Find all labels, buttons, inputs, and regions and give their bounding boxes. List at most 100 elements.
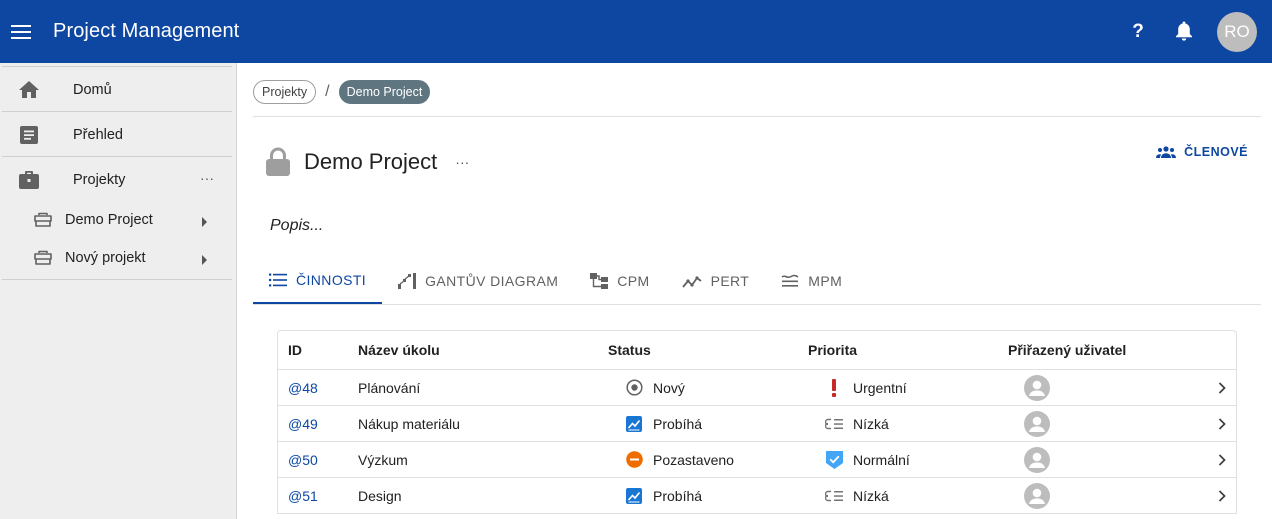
in-progress-icon — [624, 415, 644, 432]
table-row[interactable]: @51 Design Probíhá Nízká — [278, 478, 1236, 514]
pert-icon — [681, 276, 702, 288]
tab-cpm[interactable]: CPM — [574, 258, 665, 304]
task-assignee — [1024, 442, 1050, 477]
urgent-icon — [824, 378, 844, 397]
chevron-right-icon[interactable] — [1218, 478, 1226, 513]
column-header-assignee[interactable]: Přiřazený uživatel — [1008, 331, 1126, 369]
sidebar-item-label: Domů — [73, 82, 112, 98]
task-assignee — [1024, 478, 1050, 513]
project-header: Demo Project ··· — [265, 147, 469, 177]
sidebar-project-new[interactable]: Nový projekt — [0, 239, 232, 277]
table-row[interactable]: @49 Nákup materiálu Probíhá Nízká — [278, 406, 1236, 442]
breadcrumb-projects[interactable]: Projekty — [253, 80, 317, 104]
chevron-right-icon[interactable] — [202, 252, 208, 270]
sidebar-project-label: Nový projekt — [65, 250, 146, 266]
sidebar-item-label: Projekty — [73, 172, 126, 188]
task-priority: Normální — [824, 442, 910, 477]
sidebar-item-home[interactable]: Domů — [0, 68, 232, 112]
tasks-table: ID Název úkolu Status Priorita Přiřazený… — [277, 330, 1237, 514]
tabs-divider — [253, 304, 1261, 305]
home-icon — [0, 81, 58, 99]
chevron-right-icon[interactable] — [1218, 442, 1226, 477]
status-label: Probíhá — [653, 487, 703, 504]
menu-icon — [11, 24, 31, 39]
help-button[interactable]: ? — [1115, 21, 1161, 43]
tab-activities[interactable]: ČINNOSTI — [253, 258, 383, 304]
notifications-button[interactable] — [1161, 21, 1207, 42]
task-name: Výzkum — [358, 451, 408, 468]
list-icon — [269, 273, 287, 287]
tab-label: PERT — [710, 273, 750, 289]
priority-label: Nízká — [853, 415, 889, 432]
column-header-status[interactable]: Status — [608, 331, 651, 369]
task-name: Design — [358, 487, 402, 504]
briefcase-icon — [0, 171, 58, 189]
column-header-id[interactable]: ID — [288, 331, 302, 369]
sidebar-divider — [2, 156, 232, 157]
sidebar-divider — [2, 279, 232, 280]
article-icon — [0, 126, 58, 144]
normal-priority-icon — [824, 450, 844, 469]
projects-more-button[interactable]: ··· — [200, 170, 214, 186]
bell-icon — [1176, 21, 1192, 41]
task-id-link[interactable]: @51 — [288, 478, 318, 513]
priority-label: Urgentní — [853, 379, 907, 396]
low-priority-icon — [824, 418, 844, 430]
tab-label: MPM — [808, 273, 843, 289]
app-title: Project Management — [53, 20, 240, 42]
task-status: Pozastaveno — [624, 442, 734, 477]
table-row[interactable]: @50 Výzkum Pozastaveno Normální — [278, 442, 1236, 478]
status-label: Probíhá — [653, 415, 703, 432]
status-label: Nový — [653, 379, 685, 396]
project-more-button[interactable]: ··· — [455, 154, 469, 170]
sidebar: Domů Přehled Projekty ··· Demo Project N… — [0, 63, 237, 519]
user-avatar-placeholder — [1024, 482, 1050, 509]
tab-mpm[interactable]: MPM — [765, 258, 858, 304]
members-button[interactable]: ČLENOVÉ — [1156, 145, 1248, 159]
task-priority: Urgentní — [824, 370, 907, 405]
mpm-icon — [781, 274, 799, 287]
tab-label: GANTŮV DIAGRAM — [425, 273, 559, 289]
task-priority: Nízká — [824, 478, 889, 513]
cpm-icon — [590, 273, 609, 289]
breadcrumb-separator: / — [325, 83, 330, 100]
sidebar-item-overview[interactable]: Přehled — [0, 113, 232, 157]
column-header-name[interactable]: Název úkolu — [358, 331, 440, 369]
task-id-link[interactable]: @50 — [288, 442, 318, 477]
in-progress-icon — [624, 487, 644, 504]
header-divider — [253, 116, 1261, 117]
lock-icon — [266, 147, 290, 176]
sidebar-project-label: Demo Project — [65, 212, 153, 228]
tab-gantt[interactable]: GANTŮV DIAGRAM — [382, 258, 574, 304]
sidebar-project-demo[interactable]: Demo Project — [0, 201, 232, 239]
chevron-right-icon[interactable] — [1218, 370, 1226, 405]
gantt-icon — [398, 273, 417, 289]
table-header: ID Název úkolu Status Priorita Přiřazený… — [278, 331, 1236, 370]
user-avatar-placeholder — [1024, 374, 1050, 401]
sidebar-item-projects[interactable]: Projekty ··· — [0, 158, 232, 202]
chevron-right-icon[interactable] — [202, 214, 208, 232]
task-priority: Nízká — [824, 406, 889, 441]
project-description[interactable]: Popis... — [270, 217, 323, 235]
task-id-link[interactable]: @49 — [288, 406, 318, 441]
task-assignee — [1024, 370, 1050, 405]
breadcrumb-current: Demo Project — [338, 80, 431, 104]
task-name: Nákup materiálu — [358, 415, 460, 432]
user-avatar-placeholder — [1024, 446, 1050, 473]
group-icon — [1156, 146, 1177, 158]
task-status: Probíhá — [624, 406, 702, 441]
user-avatar[interactable]: RO — [1217, 11, 1257, 52]
task-id-link[interactable]: @48 — [288, 370, 318, 405]
chevron-right-icon[interactable] — [1218, 406, 1226, 441]
members-label: ČLENOVÉ — [1184, 145, 1248, 159]
column-header-priority[interactable]: Priorita — [808, 331, 857, 369]
table-row[interactable]: @48 Plánování Nový Urgentní — [278, 370, 1236, 406]
status-label: Pozastaveno — [653, 451, 734, 468]
tab-pert[interactable]: PERT — [666, 258, 766, 304]
tab-bar: ČINNOSTI GANTŮV DIAGRAM CPM PERT MPM — [253, 258, 858, 304]
sidebar-divider — [2, 66, 232, 67]
breadcrumb: Projekty / Demo Project — [253, 80, 431, 104]
task-status: Probíhá — [624, 478, 702, 513]
page-title: Demo Project — [304, 149, 438, 174]
menu-button[interactable] — [0, 0, 42, 63]
